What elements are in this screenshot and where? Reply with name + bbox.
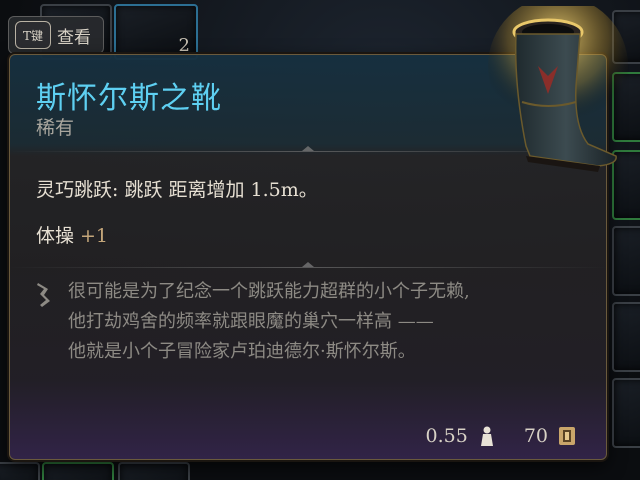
inventory-slot-uncommon[interactable] <box>42 462 114 480</box>
item-weight: 0.55 <box>425 425 468 447</box>
slot-stack-count: 2 <box>178 35 190 56</box>
inventory-slot[interactable] <box>612 226 640 296</box>
attribute-name: 体操 <box>36 225 75 247</box>
item-rarity: 稀有 <box>36 117 75 139</box>
flavor-line: 他就是小个子冒险家卢珀迪德尔·斯怀尔斯。 <box>68 341 416 362</box>
inventory-screen: 2 T键 查看 斯怀尔斯之靴 稀有 灵巧跳跃: 跳跃 距离增加 1.5m。 体操… <box>0 0 640 480</box>
section-divider <box>10 262 606 268</box>
item-attribute: 体操 +1 <box>36 221 108 248</box>
coin-icon <box>559 427 575 445</box>
inventory-slot[interactable] <box>118 462 190 480</box>
item-effect: 灵巧跳跃: 跳跃 距离增加 1.5m。 <box>36 179 318 201</box>
item-footer: 0.55 70 <box>426 425 577 447</box>
weight-icon <box>480 426 493 446</box>
inspect-label: 查看 <box>57 27 91 48</box>
item-value: 70 <box>523 425 548 447</box>
inspect-hint[interactable]: T键 查看 <box>8 16 104 54</box>
boots-icon <box>488 6 628 172</box>
item-name: 斯怀尔斯之靴 <box>36 81 222 116</box>
inventory-slot[interactable] <box>612 302 640 372</box>
flavor-line: 他打劫鸡舍的频率就跟眼魔的巢穴一样高 —— <box>68 311 434 332</box>
inventory-slot[interactable] <box>0 462 40 480</box>
flavor-line: 很可能是为了纪念一个跳跃能力超群的小个子无赖, <box>68 281 470 302</box>
inventory-slot[interactable] <box>612 378 640 448</box>
flavor-text: 很可能是为了纪念一个跳跃能力超群的小个子无赖, 他打劫鸡舍的频率就跟眼魔的巢穴一… <box>68 277 568 367</box>
quill-icon <box>37 283 50 307</box>
attribute-bonus: +1 <box>80 225 109 247</box>
inventory-slot-rare[interactable]: 2 <box>114 4 198 60</box>
key-icon: T键 <box>15 21 51 49</box>
